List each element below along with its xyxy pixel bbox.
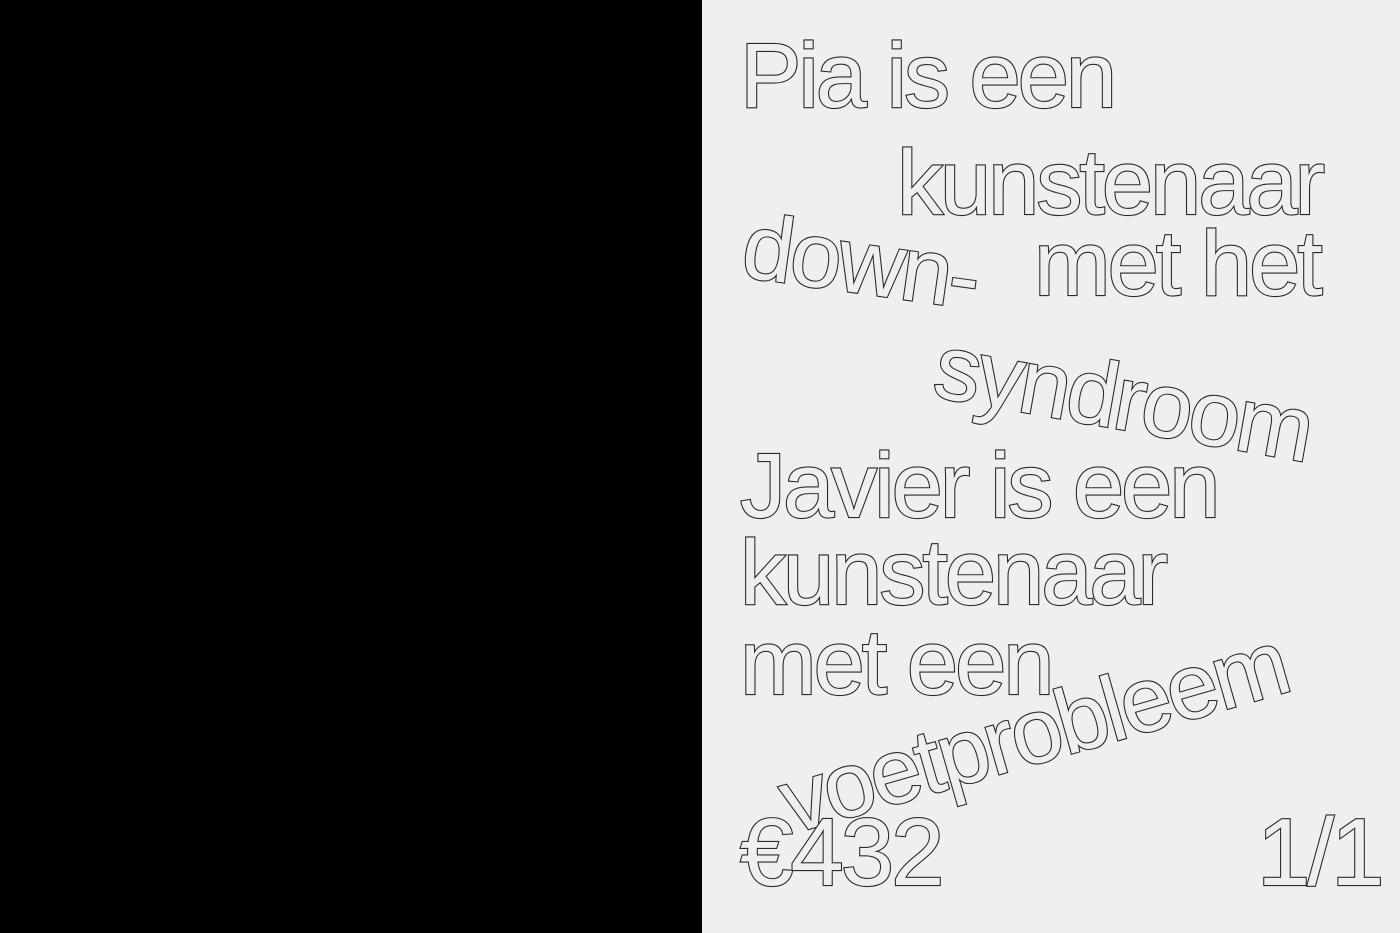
cover-line-pia: Pia is een (739, 25, 1118, 127)
cover-line-kunstenaar-2: kunstenaar (739, 522, 1169, 624)
cover-line-met-het: met het (1033, 213, 1324, 315)
cover-line-javier: Javier is een (739, 435, 1222, 537)
cover-edition: 1/1 (1256, 799, 1386, 906)
booklet-cover: Pia is een kunstenaar down- met het synd… (702, 0, 1400, 933)
photo-stage: Pia is een kunstenaar down- met het synd… (0, 0, 1400, 933)
cover-price: €432 (739, 799, 946, 906)
